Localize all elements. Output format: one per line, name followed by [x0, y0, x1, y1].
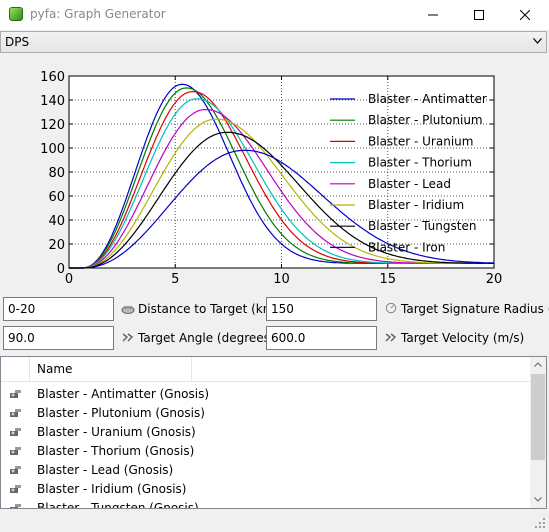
graph-type-select[interactable]: DPS: [0, 31, 547, 53]
maximize-button[interactable]: [456, 0, 502, 30]
scrollbar-thumb[interactable]: [531, 374, 545, 460]
velocity-label: Target Velocity (m/s): [401, 331, 525, 345]
x-tick-label: 5: [171, 272, 179, 287]
list-item-label: Blaster - Iridium (Gnosis): [37, 482, 187, 496]
dps-chart: 0 5 10 15 20 0 20 40 60 80 100 120 140 160 Blaster - A…: [0, 54, 549, 292]
list-header: Name: [1, 357, 532, 382]
minimize-button[interactable]: [410, 0, 456, 30]
list-item[interactable]: Blaster - Tungsten (Gnosis): [1, 499, 532, 509]
turret-icon: [10, 466, 21, 474]
signature-radius-label: Target Signature Radius (m): [401, 302, 549, 316]
title-bar: pyfa: Graph Generator: [0, 0, 549, 30]
turret-icon: [10, 428, 21, 436]
chart-canvas: 0 5 10 15 20 0 20 40 60 80 100 120 140 160 Blaster - A…: [40, 70, 503, 287]
x-tick-label: 10: [273, 272, 290, 287]
y-tick-label: 20: [48, 238, 65, 253]
turret-icon: [10, 485, 21, 493]
list-item-label: Blaster - Thorium (Gnosis): [37, 444, 195, 458]
legend-label: Blaster - Uranium: [368, 134, 473, 148]
close-button[interactable]: [502, 0, 548, 30]
list-item-label: Blaster - Lead (Gnosis): [37, 463, 174, 477]
legend-label: Blaster - Iridium: [368, 198, 464, 212]
list-item[interactable]: Blaster - Antimatter (Gnosis): [1, 385, 532, 404]
y-tick-label: 100: [40, 142, 65, 157]
y-tick-label: 0: [57, 262, 65, 277]
pyfa-app-icon: [9, 7, 23, 21]
x-tick-label: 0: [65, 272, 73, 287]
column-separator[interactable]: [191, 357, 192, 381]
y-tick-label: 80: [48, 166, 65, 181]
legend-label: Blaster - Iron: [368, 240, 445, 254]
y-tick-label: 140: [40, 94, 65, 109]
graph-type-value: DPS: [5, 35, 30, 49]
list-header-icon-column[interactable]: [1, 357, 30, 381]
angle-input[interactable]: 90.0: [3, 326, 114, 350]
turret-icon: [10, 409, 21, 417]
legend-label: Blaster - Tungsten: [368, 219, 476, 233]
close-icon: [520, 10, 530, 20]
distance-input[interactable]: 0-20: [3, 297, 114, 321]
list-scrollbar[interactable]: [530, 357, 546, 508]
list-item[interactable]: Blaster - Lead (Gnosis): [1, 461, 532, 480]
y-tick-label: 60: [48, 190, 65, 205]
resize-grip-icon[interactable]: [535, 518, 546, 529]
status-bar: [0, 510, 549, 532]
y-tick-label: 160: [40, 70, 65, 85]
turret-icon: [10, 390, 21, 398]
graph-generator-window: pyfa: Graph Generator DPS 0 5 10 15 20 0 20 40 6…: [0, 0, 549, 532]
angle-label: Target Angle (degrees): [138, 331, 275, 345]
distance-label: Distance to Target (km): [138, 302, 280, 316]
signature-radius-icon: [385, 302, 397, 314]
x-tick-label: 15: [379, 272, 396, 287]
list-item-label: Blaster - Antimatter (Gnosis): [37, 387, 210, 401]
list-item[interactable]: Blaster - Iridium (Gnosis): [1, 480, 532, 499]
fit-list[interactable]: Name Blaster - Antimatter (Gnosis) Blaste…: [0, 356, 547, 509]
velocity-input[interactable]: 600.0: [266, 326, 377, 350]
minimize-icon: [428, 14, 438, 16]
signature-radius-input[interactable]: 150: [266, 297, 377, 321]
list-item[interactable]: Blaster - Uranium (Gnosis): [1, 423, 532, 442]
y-tick-label: 40: [48, 214, 65, 229]
angle-icon: [122, 333, 134, 342]
list-item-label: Blaster - Plutonium (Gnosis): [37, 406, 205, 420]
distance-icon: [121, 306, 135, 314]
list-item-label: Blaster - Uranium (Gnosis): [37, 425, 196, 439]
maximize-icon: [474, 10, 484, 20]
window-title: pyfa: Graph Generator: [30, 7, 166, 21]
y-tick-label: 120: [40, 118, 65, 133]
scroll-down-icon[interactable]: [534, 497, 542, 502]
legend-label: Blaster - Thorium: [368, 156, 472, 170]
list-item[interactable]: Blaster - Plutonium (Gnosis): [1, 404, 532, 423]
list-item-label: Blaster - Tungsten (Gnosis): [37, 501, 199, 509]
chevron-down-icon: [533, 38, 542, 44]
velocity-icon: [385, 333, 397, 342]
legend-label: Blaster - Lead: [368, 177, 451, 191]
turret-icon: [10, 447, 21, 455]
list-item[interactable]: Blaster - Thorium (Gnosis): [1, 442, 532, 461]
legend-label: Blaster - Antimatter: [368, 92, 487, 106]
legend-label: Blaster - Plutonium: [368, 113, 483, 127]
list-header-name[interactable]: Name: [37, 362, 72, 376]
scroll-up-icon[interactable]: [534, 362, 542, 367]
x-tick-label: 20: [486, 272, 503, 287]
turret-icon: [10, 504, 21, 508]
